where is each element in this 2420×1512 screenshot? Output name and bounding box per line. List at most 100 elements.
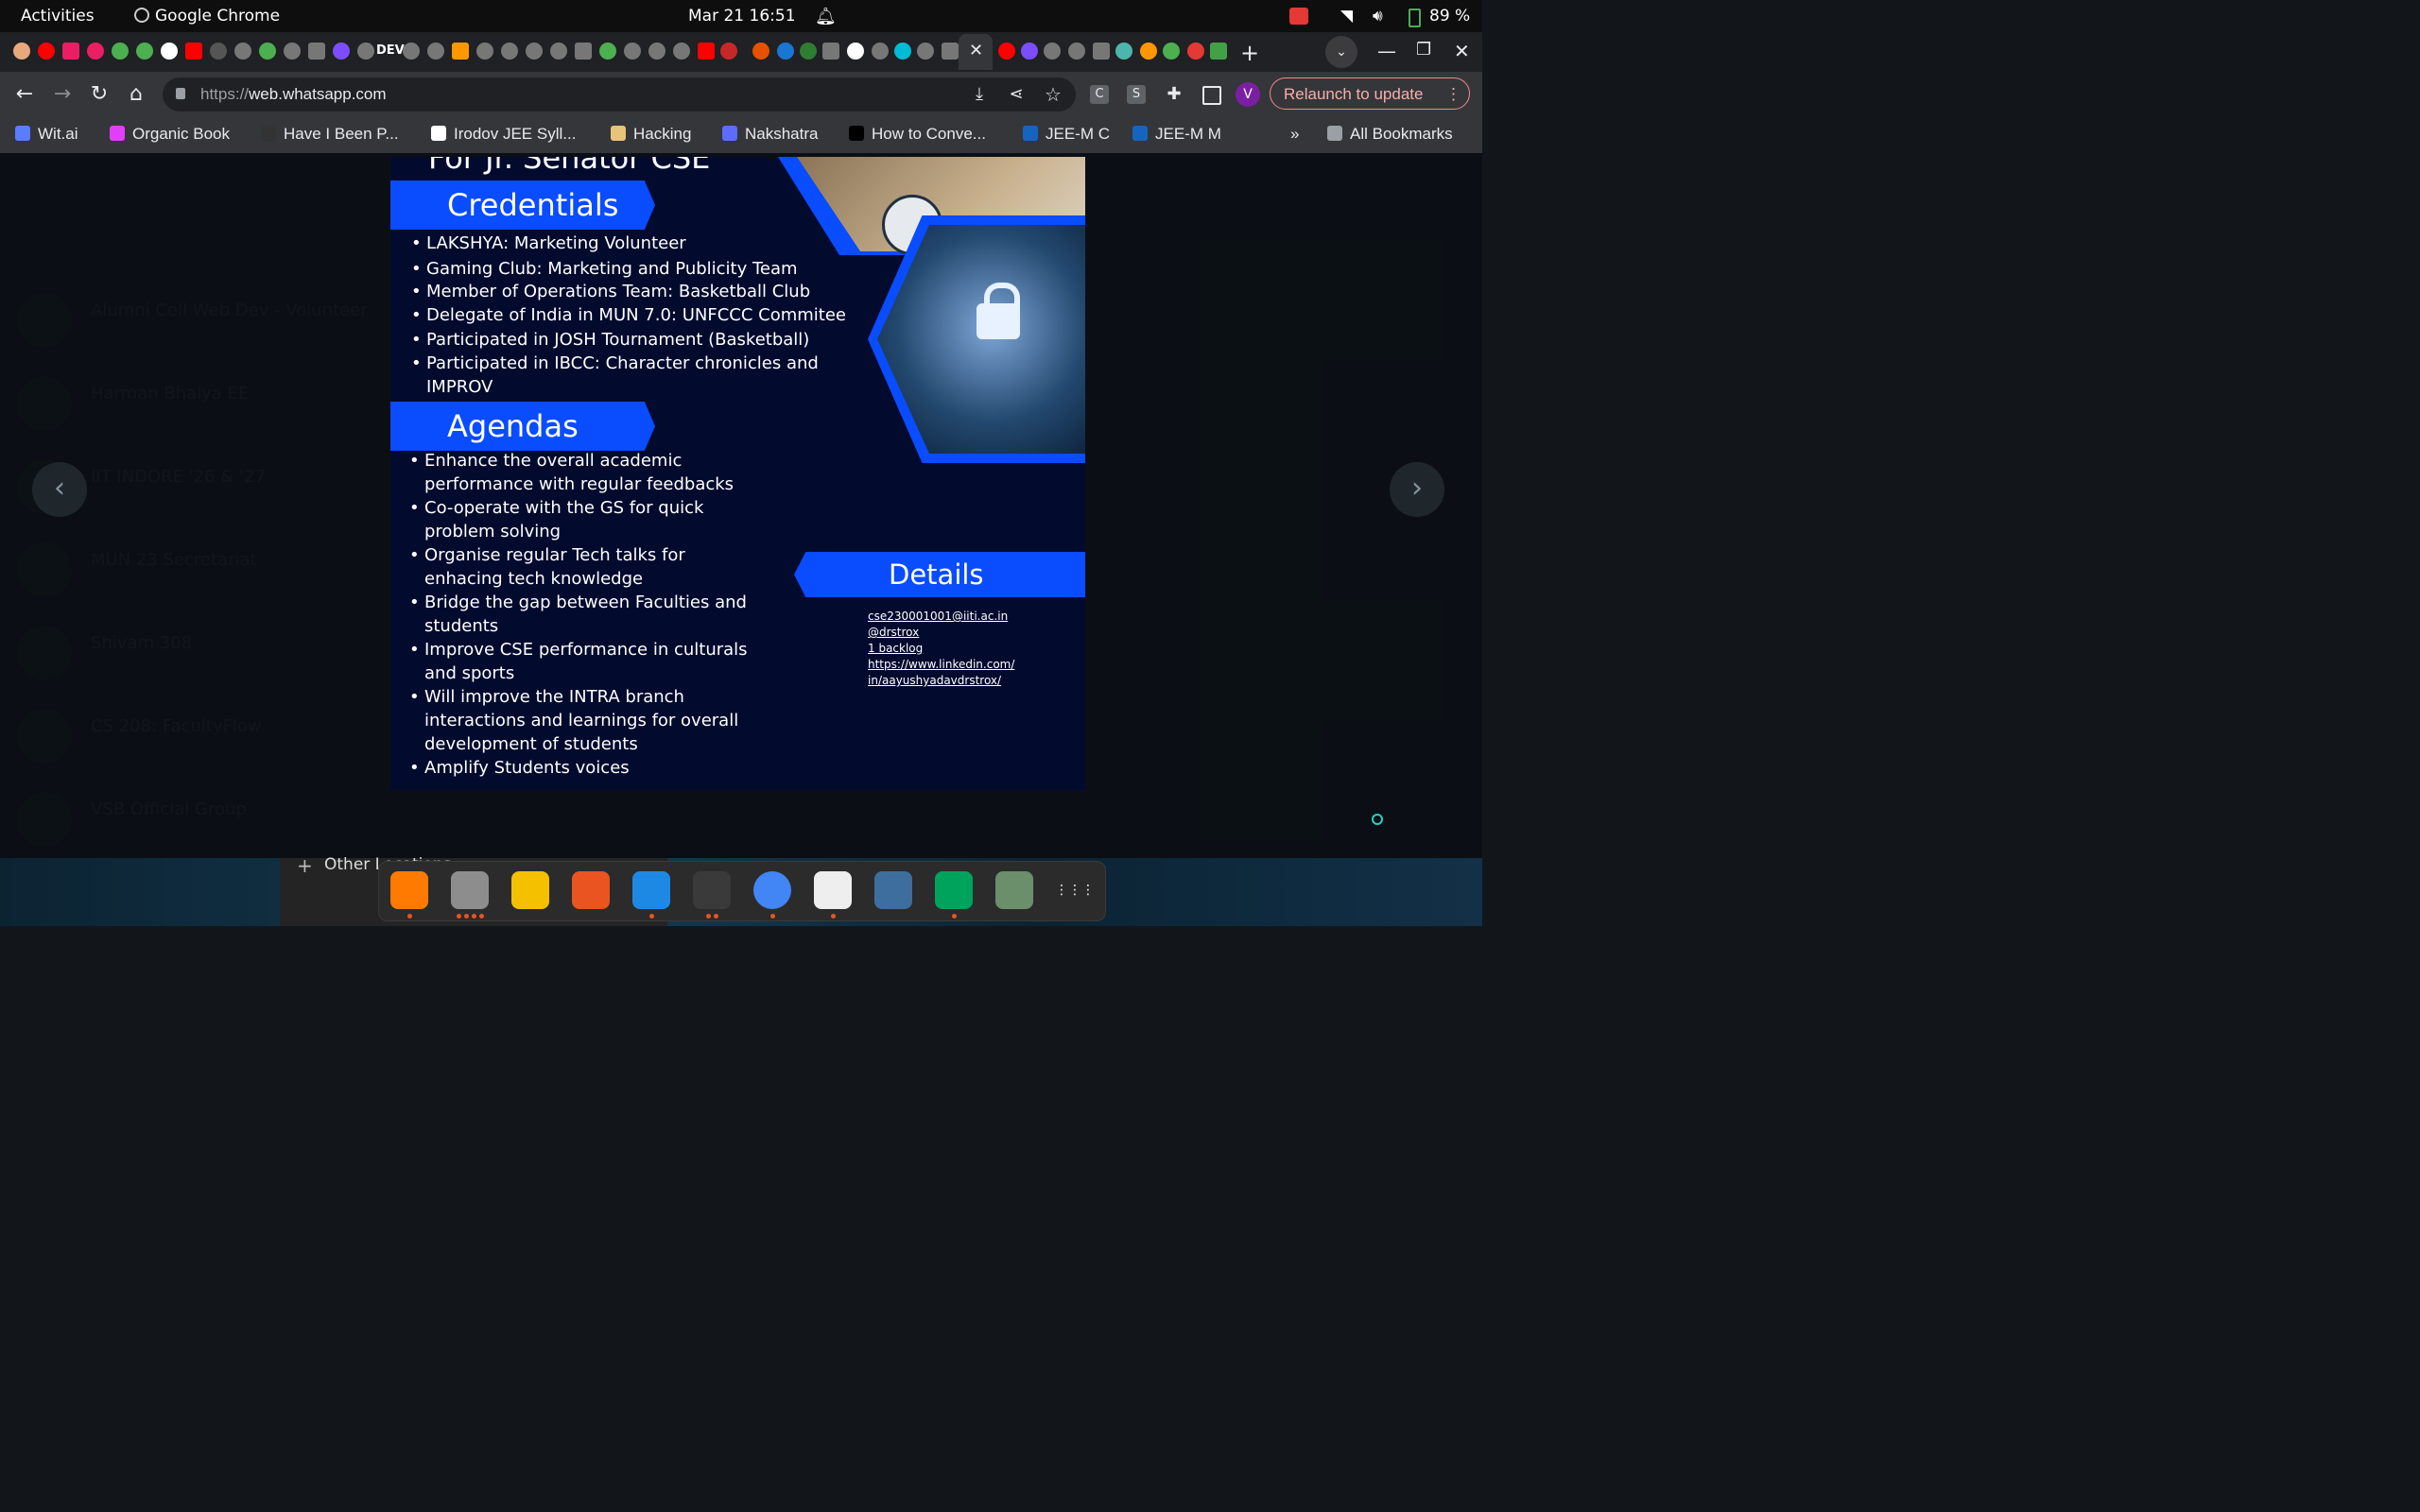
tab-favicon-icon[interactable] [185,43,202,60]
extension-c-icon[interactable]: C [1090,85,1109,104]
plus-icon[interactable]: + [297,854,313,877]
tab-favicon-icon[interactable] [403,43,420,60]
tab-favicon-icon[interactable] [673,43,690,60]
install-app-icon[interactable]: ⤓ [968,83,991,106]
active-tab[interactable]: ✕ [959,34,993,70]
tab-favicon-icon[interactable] [800,43,817,60]
tab-search-chevron-icon[interactable]: ⌄ [1325,36,1357,68]
show-apps-grid-icon[interactable]: ⋮⋮⋮ [1055,871,1095,909]
tab-favicon-icon[interactable] [624,43,641,60]
tab-favicon-icon[interactable] [427,43,444,60]
tab-favicon-icon[interactable] [87,43,104,60]
tab-favicon-icon[interactable] [526,43,543,60]
bookmark-item[interactable]: Irodov JEE Syll... [431,125,576,144]
bookmark-item[interactable]: Wit.ai [15,125,78,144]
back-arrow-icon[interactable]: ← [13,83,36,106]
trash-icon[interactable] [995,871,1033,909]
forward-arrow-icon[interactable]: → [51,83,74,106]
tab-favicon-icon[interactable] [894,43,911,60]
bookmarks-overflow-button[interactable]: » [1290,125,1299,144]
tab-favicon-icon[interactable] [1021,43,1038,60]
volume-icon[interactable]: 🔊︎ [1373,7,1383,26]
tab-favicon-icon[interactable] [777,43,794,60]
extensions-puzzle-icon[interactable]: ✚ [1163,83,1185,106]
bookmark-item[interactable]: Organic Book [110,125,230,144]
tab-favicon-icon[interactable] [284,43,301,60]
tab-favicon-icon[interactable] [550,43,567,60]
tab-favicon-icon[interactable] [1163,43,1180,60]
tab-favicon-icon[interactable] [1115,43,1132,60]
active-app-menu[interactable]: Google Chrome [134,7,280,26]
tab-favicon-icon[interactable] [942,43,959,60]
clock[interactable]: Mar 21 16:51 [688,7,796,26]
terminal-icon[interactable] [693,871,731,909]
share-icon[interactable]: ⋖ [1005,83,1028,106]
url-text[interactable]: https://web.whatsapp.com [200,85,387,104]
tab-favicon-icon[interactable] [452,43,469,60]
tab-favicon-icon[interactable] [1044,43,1061,60]
tab-dev-label[interactable]: DEV [376,43,405,58]
minimize-icon[interactable]: — [1377,40,1396,62]
tab-favicon-icon[interactable] [476,43,493,60]
tab-favicon-icon[interactable] [234,43,251,60]
tab-favicon-icon[interactable] [259,43,276,60]
tab-favicon-icon[interactable] [698,43,715,60]
bookmark-item[interactable]: Nakshatra [722,125,818,144]
bookmark-item[interactable]: JEE-M M [1132,125,1221,144]
reload-icon[interactable]: ↻ [88,83,111,106]
app-center-icon[interactable] [572,871,610,909]
bookmark-star-icon[interactable]: ☆ [1042,83,1064,106]
wifi-icon[interactable]: ◥ [1340,7,1353,26]
tab-favicon-icon[interactable] [599,43,616,60]
chrome-icon[interactable] [753,871,791,909]
pgadmin-icon[interactable] [874,871,912,909]
bookmark-item[interactable]: Have I Been P... [261,125,399,144]
tab-favicon-icon[interactable] [1187,43,1204,60]
tab-favicon-icon[interactable] [357,43,374,60]
tab-favicon-icon[interactable] [1093,43,1110,60]
tab-favicon-icon[interactable] [998,43,1015,60]
tab-favicon-icon[interactable] [847,43,864,60]
vscode-icon[interactable] [632,871,670,909]
firefox-icon[interactable] [390,871,428,909]
tab-favicon-icon[interactable] [1210,43,1227,60]
tab-favicon-icon[interactable] [501,43,518,60]
bookmark-item[interactable]: How to Conve... [849,125,986,144]
relaunch-to-update-button[interactable]: Relaunch to update ⋮ [1270,77,1470,110]
bookmark-item[interactable]: JEE-M C [1023,125,1110,144]
files-icon[interactable] [451,871,489,909]
tab-favicon-icon[interactable] [720,43,737,60]
tab-favicon-icon[interactable] [38,43,55,60]
tab-favicon-icon[interactable] [1068,43,1085,60]
tab-favicon-icon[interactable] [1140,43,1157,60]
next-media-arrow-icon[interactable]: › [1390,462,1444,517]
tab-favicon-icon[interactable] [136,43,153,60]
tab-favicon-icon[interactable] [112,43,129,60]
kebab-menu-icon[interactable]: ⋮ [1445,78,1461,111]
tab-favicon-icon[interactable] [917,43,934,60]
profile-avatar[interactable]: V [1236,82,1260,107]
close-window-icon[interactable]: ✕ [1454,40,1470,62]
previous-media-arrow-icon[interactable]: ‹ [32,462,87,517]
tab-favicon-icon[interactable] [752,43,769,60]
tab-favicon-icon[interactable] [648,43,666,60]
side-panel-icon[interactable] [1202,86,1221,105]
tab-favicon-icon[interactable] [333,43,350,60]
tab-favicon-icon[interactable] [62,43,79,60]
rhythmbox-icon[interactable] [511,871,549,909]
all-bookmarks-button[interactable]: All Bookmarks [1327,125,1453,144]
tab-favicon-icon[interactable] [210,43,227,60]
extension-s-icon[interactable]: S [1127,85,1146,104]
activities-button[interactable]: Activities [21,7,95,26]
bell-icon[interactable]: 🔔︎ [815,7,837,26]
bookmark-item[interactable]: Hacking [611,125,691,144]
home-icon[interactable]: ⌂ [125,83,147,106]
tab-favicon-icon[interactable] [13,43,30,60]
restore-icon[interactable]: ❐ [1416,40,1431,60]
tab-favicon-icon[interactable] [822,43,839,60]
text-editor-icon[interactable] [814,871,852,909]
tab-favicon-icon[interactable] [872,43,889,60]
screencast-indicator-icon[interactable] [1289,8,1308,25]
tab-favicon-icon[interactable] [161,43,178,60]
lock-icon[interactable] [176,88,185,99]
